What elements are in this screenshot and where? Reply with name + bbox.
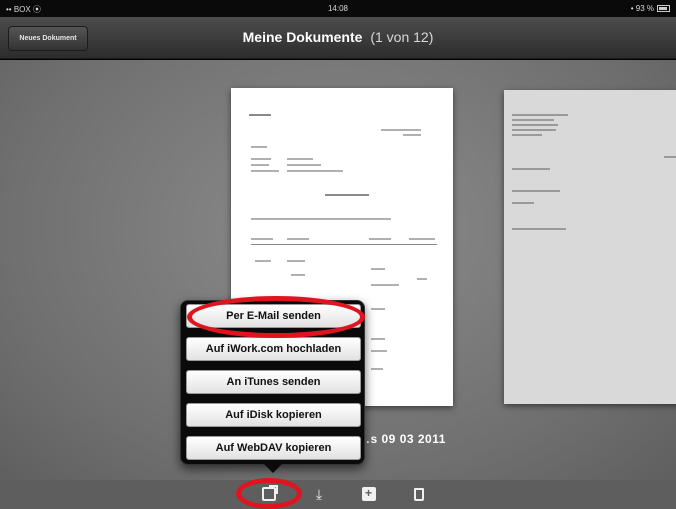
status-bar: •• BOX ⦿ 14:08 • 93 % — [0, 0, 676, 17]
page-title: Meine Dokumente (1 von 12) — [0, 29, 676, 45]
bottom-toolbar: ⤓ — [0, 480, 676, 509]
popover-arrow — [264, 464, 282, 473]
copy-idisk-button[interactable]: Auf iDisk kopieren — [186, 403, 361, 427]
battery-percent: • 93 % — [630, 4, 654, 13]
send-itunes-button[interactable]: An iTunes senden — [186, 370, 361, 394]
upload-iwork-button[interactable]: Auf iWork.com hochladen — [186, 337, 361, 361]
title-text: Meine Dokumente — [242, 29, 363, 45]
copy-webdav-button[interactable]: Auf WebDAV kopieren — [186, 436, 361, 460]
download-icon[interactable]: ⤓ — [312, 487, 326, 501]
email-highlight-oval — [187, 296, 365, 338]
trash-icon[interactable] — [414, 488, 424, 501]
document-date: …s 09 03 2011 — [358, 432, 446, 446]
battery-icon — [657, 5, 670, 12]
document-counter: (1 von 12) — [370, 29, 434, 45]
clock: 14:08 — [327, 4, 349, 13]
navigation-bar: Neues Dokument Meine Dokumente (1 von 12… — [0, 17, 676, 59]
next-document-thumbnail[interactable] — [504, 90, 676, 404]
share-highlight-oval — [236, 478, 302, 509]
add-folder-icon[interactable] — [362, 486, 376, 501]
